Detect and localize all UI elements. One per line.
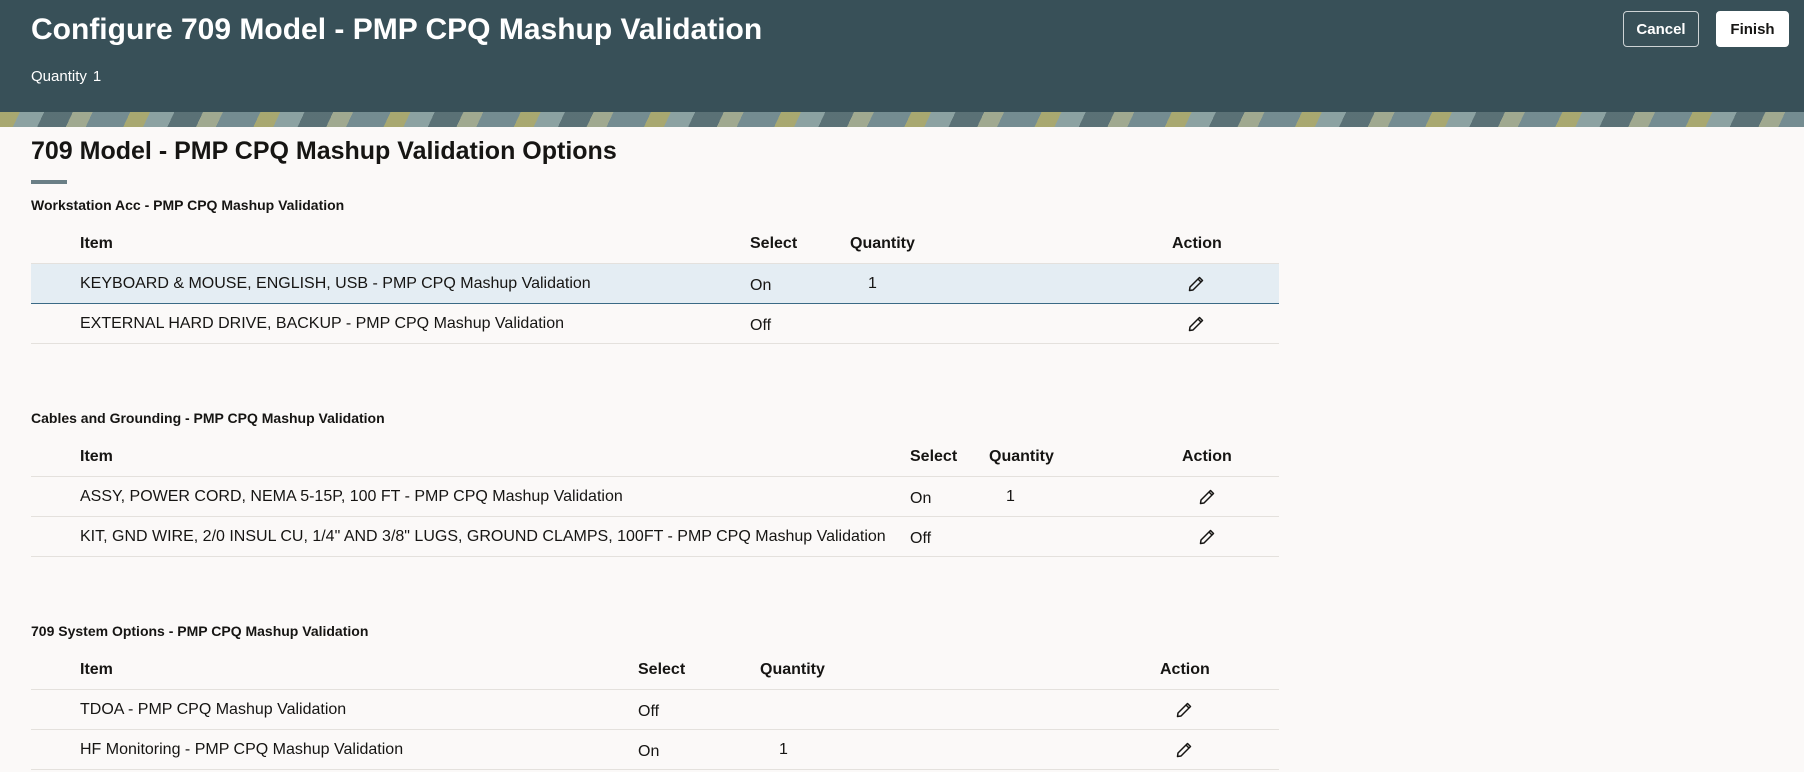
column-header-item[interactable]: Item (80, 224, 113, 264)
item-name: ASSY, POWER CORD, NEMA 5-15P, 100 FT - P… (80, 488, 623, 505)
pencil-icon[interactable] (1198, 488, 1216, 506)
select-value: Off (910, 530, 932, 547)
column-header-select[interactable]: Select (638, 650, 685, 690)
column-header-quantity[interactable]: Quantity (989, 437, 1054, 477)
pencil-icon[interactable] (1198, 528, 1216, 546)
pencil-icon[interactable] (1175, 741, 1193, 759)
column-header-select[interactable]: Select (750, 224, 797, 264)
quantity-value: 1 (92, 68, 102, 85)
table-row[interactable]: TDOA - PMP CPQ Mashup Validation Off (31, 690, 1279, 730)
finish-button[interactable]: Finish (1716, 11, 1789, 47)
section-title-cables-grounding: Cables and Grounding - PMP CPQ Mashup Va… (31, 410, 385, 426)
table-row[interactable]: EXTERNAL HARD DRIVE, BACKUP - PMP CPQ Ma… (31, 304, 1279, 344)
section-title-709-system-options: 709 System Options - PMP CPQ Mashup Vali… (31, 623, 369, 639)
column-header-action: Action (1160, 661, 1210, 678)
column-header-quantity[interactable]: Quantity (850, 224, 915, 264)
pencil-icon[interactable] (1175, 701, 1193, 719)
page-title: Configure 709 Model - PMP CPQ Mashup Val… (31, 13, 763, 46)
pencil-icon[interactable] (1187, 275, 1205, 293)
select-value: On (638, 743, 660, 760)
table-workstation-acc: Item Select Quantity Action KEYBOARD & M… (31, 224, 1279, 344)
page-header: Configure 709 Model - PMP CPQ Mashup Val… (0, 0, 1804, 127)
table-header: Item Select Quantity Action (31, 224, 1279, 264)
column-header-quantity[interactable]: Quantity (760, 650, 825, 690)
item-name: KIT, GND WIRE, 2/0 INSUL CU, 1/4" AND 3/… (80, 528, 886, 545)
column-header-item[interactable]: Item (80, 437, 113, 477)
header-decorative-pattern (0, 112, 1804, 127)
header-quantity: Quantity 1 (31, 67, 101, 87)
item-name: HF Monitoring - PMP CPQ Mashup Validatio… (80, 741, 404, 758)
select-value: Off (750, 317, 772, 334)
column-header-action: Action (1182, 448, 1232, 465)
select-value: Off (638, 703, 660, 720)
column-header-item[interactable]: Item (80, 650, 113, 690)
table-row[interactable]: KEYBOARD & MOUSE, ENGLISH, USB - PMP CPQ… (31, 264, 1279, 304)
cancel-button[interactable]: Cancel (1623, 11, 1699, 47)
table-cables-grounding: Item Select Quantity Action ASSY, POWER … (31, 437, 1279, 557)
table-row[interactable]: HF Monitoring - PMP CPQ Mashup Validatio… (31, 730, 1279, 770)
table-row[interactable]: KIT, GND WIRE, 2/0 INSUL CU, 1/4" AND 3/… (31, 517, 1279, 557)
quantity-value: 1 (868, 275, 877, 292)
table-header: Item Select Quantity Action (31, 650, 1279, 690)
select-value: On (750, 277, 772, 294)
quantity-label: Quantity (31, 68, 87, 85)
select-value: On (910, 490, 932, 507)
pencil-icon[interactable] (1187, 315, 1205, 333)
column-header-select[interactable]: Select (910, 437, 957, 477)
table-709-system-options: Item Select Quantity Action TDOA - PMP C… (31, 650, 1279, 770)
options-heading: 709 Model - PMP CPQ Mashup Validation Op… (31, 137, 617, 165)
section-title-workstation-acc: Workstation Acc - PMP CPQ Mashup Validat… (31, 197, 345, 213)
quantity-value: 1 (779, 741, 788, 758)
table-header: Item Select Quantity Action (31, 437, 1279, 477)
table-row[interactable]: ASSY, POWER CORD, NEMA 5-15P, 100 FT - P… (31, 477, 1279, 517)
column-header-action: Action (1172, 235, 1222, 252)
item-name: KEYBOARD & MOUSE, ENGLISH, USB - PMP CPQ… (80, 275, 591, 292)
item-name: EXTERNAL HARD DRIVE, BACKUP - PMP CPQ Ma… (80, 315, 565, 332)
item-name: TDOA - PMP CPQ Mashup Validation (80, 701, 347, 718)
quantity-value: 1 (1006, 488, 1015, 505)
heading-underline (31, 180, 67, 184)
